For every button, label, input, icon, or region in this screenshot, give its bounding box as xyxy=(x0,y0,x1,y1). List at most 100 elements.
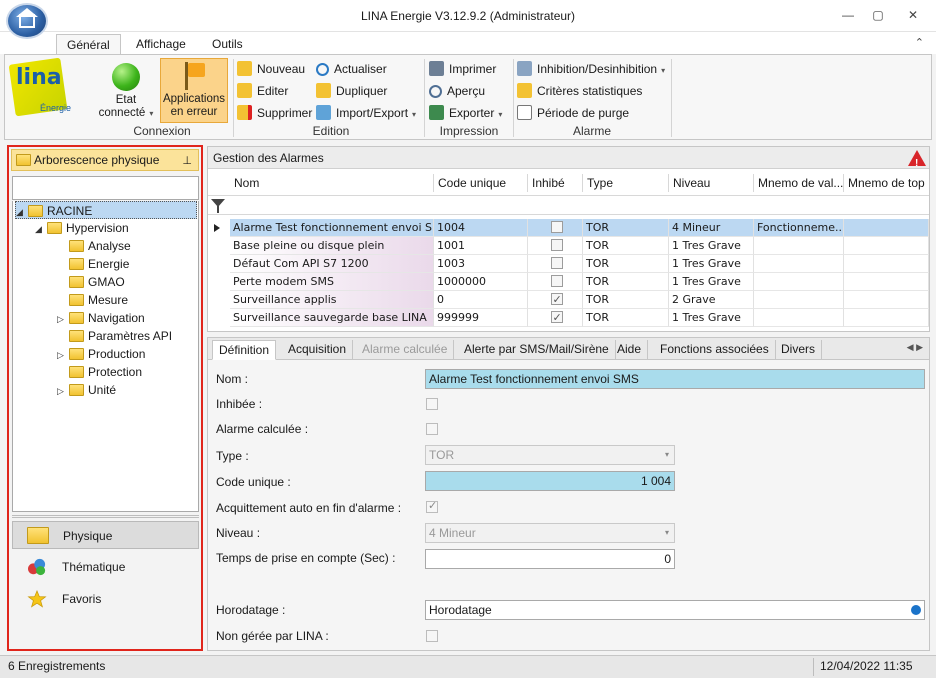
tab-affichage[interactable]: Affichage xyxy=(126,34,196,55)
horodatage-field[interactable]: Horodatage xyxy=(425,600,925,620)
column-header-type[interactable]: Type xyxy=(583,174,669,192)
inhibe-checkbox[interactable] xyxy=(550,257,563,269)
tree-node-production[interactable]: ▷ Production xyxy=(57,345,145,363)
ribbon-collapse-icon[interactable]: ⌃ xyxy=(915,36,924,49)
inhibe-checkbox[interactable] xyxy=(550,239,563,251)
niveau-select[interactable]: 4 Mineur ▾ xyxy=(425,523,675,543)
apercu-button[interactable]: Aperçu xyxy=(429,81,485,101)
column-header-mnemo-top[interactable]: Mnemo de top xyxy=(844,174,926,192)
alarme-calculee-checkbox[interactable] xyxy=(426,423,438,435)
minimize-button[interactable]: — xyxy=(838,8,858,24)
column-header-code[interactable]: Code unique xyxy=(434,174,528,192)
table-row[interactable]: Alarme Test fonctionnement envoi S... 100… xyxy=(208,219,929,237)
label-horodatage: Horodatage : xyxy=(216,603,286,617)
code-unique-field[interactable]: 1 004 xyxy=(425,471,675,491)
cell-nom: Défaut Com API S7 1200 xyxy=(230,255,434,273)
tab-outils[interactable]: Outils xyxy=(202,34,253,55)
applications-en-erreur-button[interactable]: Applications en erreur xyxy=(160,58,228,123)
column-header-mnemo-val[interactable]: Mnemo de val... xyxy=(754,174,844,192)
cell-niveau: 1 Tres Grave xyxy=(669,309,754,327)
tab-acquisition[interactable]: Acquisition xyxy=(282,340,354,360)
tree-node-racine[interactable]: ◢ RACINE xyxy=(15,201,197,219)
tree-node-gmao[interactable]: GMAO xyxy=(57,273,125,291)
tab-general[interactable]: Général xyxy=(56,34,121,55)
criteres-statistiques-button[interactable]: Critères statistiques xyxy=(517,81,642,101)
status-datetime: 12/04/2022 11:35 xyxy=(820,659,913,673)
tree-node-energie[interactable]: Energie xyxy=(57,255,129,273)
column-header-inhibe[interactable]: Inhibé xyxy=(528,174,583,192)
column-header-niveau[interactable]: Niveau xyxy=(669,174,754,192)
ribbon: lina Énergie Etat connecté ▾ Applications… xyxy=(4,54,932,140)
tab-aide[interactable]: Aide xyxy=(611,340,649,360)
folder-icon xyxy=(27,527,49,544)
tab-fonctions-associees[interactable]: Fonctions associées xyxy=(654,340,776,360)
tab-definition[interactable]: Définition xyxy=(212,340,277,360)
pin-icon[interactable]: ⊥ xyxy=(182,151,192,171)
inhibe-checkbox[interactable] xyxy=(550,309,563,326)
inhibition-button[interactable]: Inhibition/Desinhibition ▾ xyxy=(517,59,665,79)
filter-icon[interactable] xyxy=(211,199,225,213)
nouveau-button[interactable]: Nouveau xyxy=(237,59,305,79)
close-button[interactable]: ✕ xyxy=(903,8,923,24)
acquittement-checkbox[interactable] xyxy=(426,499,438,513)
cell-mnemo-val xyxy=(754,255,844,273)
cell-mnemo-val xyxy=(754,273,844,291)
nom-field[interactable]: Alarme Test fonctionnement envoi SMS xyxy=(425,369,925,389)
tree-node-analyse[interactable]: Analyse xyxy=(57,237,131,255)
editer-button[interactable]: Editer xyxy=(237,81,288,101)
tree-search-input[interactable] xyxy=(12,176,199,200)
tree-node-protection[interactable]: Protection xyxy=(57,363,142,381)
dropdown-circle-icon[interactable] xyxy=(911,605,921,615)
folder-icon xyxy=(16,154,31,166)
tree-node-navigation[interactable]: ▷ Navigation xyxy=(57,309,145,327)
non-geree-checkbox[interactable] xyxy=(426,630,438,642)
star-icon xyxy=(27,590,47,608)
maximize-button[interactable]: ▢ xyxy=(868,8,888,24)
temps-field[interactable]: 0 xyxy=(425,549,675,569)
table-row[interactable]: Défaut Com API S7 1200 1003 TOR 1 Tres Grav… xyxy=(208,255,929,273)
detail-tabs: Définition Acquisition Alarme calculée A… xyxy=(208,338,929,360)
cell-type: TOR xyxy=(583,255,669,273)
dupliquer-button[interactable]: Dupliquer xyxy=(316,81,387,101)
splitter[interactable] xyxy=(12,515,199,518)
table-row[interactable]: Base pleine ou disque plein 1001 TOR 1 Tres… xyxy=(208,237,929,255)
tree-node-mesure[interactable]: Mesure xyxy=(57,291,128,309)
nav-thematique-button[interactable]: Thématique xyxy=(12,553,199,581)
cell-type: TOR xyxy=(583,273,669,291)
periode-purge-button[interactable]: Période de purge xyxy=(517,103,629,123)
import-export-button[interactable]: Import/Export ▾ xyxy=(316,103,416,123)
cell-mnemo-val xyxy=(754,237,844,255)
tab-scroll-arrows[interactable]: ◀ ▶ xyxy=(907,342,923,353)
column-header-nom[interactable]: Nom xyxy=(230,174,434,192)
ribbon-tabs: Général Affichage Outils ⌃ xyxy=(0,32,936,55)
cell-inhibe xyxy=(528,237,583,255)
supprimer-button[interactable]: Supprimer xyxy=(237,103,312,123)
tree-node-unite[interactable]: ▷ Unité xyxy=(57,381,116,399)
table-row[interactable]: Surveillance sauvegarde base LINA999999 T… xyxy=(208,309,929,327)
folder-icon xyxy=(69,258,84,270)
actualiser-button[interactable]: Actualiser xyxy=(316,59,387,79)
tab-divers[interactable]: Divers xyxy=(775,340,823,360)
tree-node-hypervision[interactable]: ◢ Hypervision xyxy=(35,219,129,237)
table-row[interactable]: Perte modem SMS 1000000 TOR 1 Tres Grave xyxy=(208,273,929,291)
tab-alarme-calculee[interactable]: Alarme calculée xyxy=(356,340,455,360)
inhibe-checkbox[interactable] xyxy=(550,291,563,308)
type-select[interactable]: TOR ▾ xyxy=(425,445,675,465)
tree-node-parametres-api[interactable]: Paramètres API xyxy=(57,327,172,345)
nav-favoris-button[interactable]: Favoris xyxy=(12,585,199,613)
nav-physique-button[interactable]: Physique xyxy=(12,521,199,549)
inhibe-checkbox[interactable] xyxy=(550,275,563,287)
cell-niveau: 1 Tres Grave xyxy=(669,273,754,291)
folder-icon xyxy=(69,348,84,360)
folder-icon xyxy=(69,294,84,306)
exporter-button[interactable]: Exporter ▾ xyxy=(429,103,502,123)
table-row[interactable]: Surveillance applis0 TOR2 Grave xyxy=(208,291,929,309)
app-logo-icon[interactable] xyxy=(6,3,48,39)
etat-connecte-button[interactable]: Etat connecté ▾ xyxy=(95,59,157,121)
imprimer-button[interactable]: Imprimer xyxy=(429,59,496,79)
filter-row[interactable] xyxy=(208,195,929,215)
cell-type: TOR xyxy=(583,219,669,237)
inhibe-checkbox[interactable] xyxy=(550,221,563,233)
tab-alerte-sms[interactable]: Alerte par SMS/Mail/Sirène xyxy=(458,340,616,360)
inhibee-checkbox[interactable] xyxy=(426,398,438,410)
